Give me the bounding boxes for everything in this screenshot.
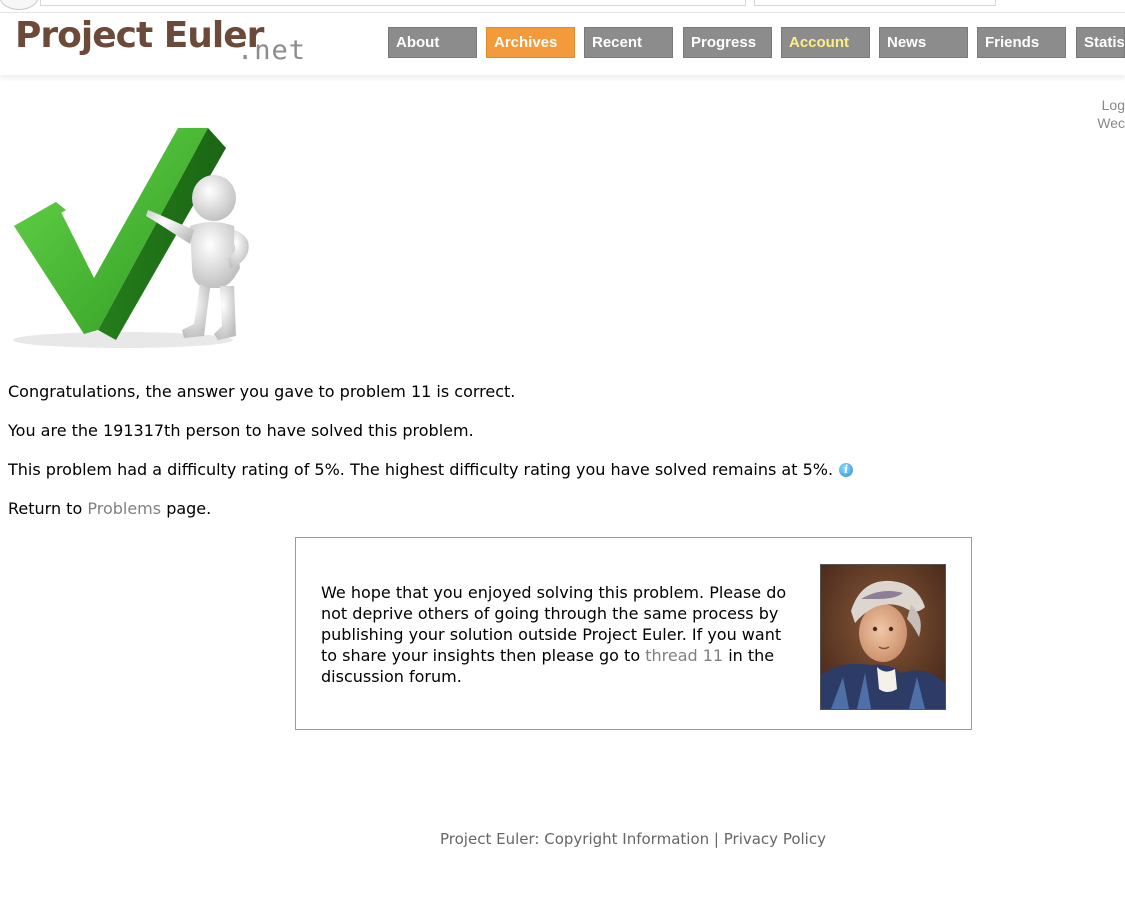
forum-message-box: We hope that you enjoyed solving this pr…: [295, 537, 972, 730]
footer-separator: |: [713, 830, 719, 848]
difficulty-text: This problem had a difficulty rating of …: [8, 460, 834, 479]
result-content: Congratulations, the answer you gave to …: [8, 380, 1108, 536]
return-line: Return to Problems page.: [8, 497, 1108, 536]
euler-portrait: [820, 564, 946, 710]
nav-archives[interactable]: Archives: [486, 27, 575, 58]
info-icon[interactable]: i: [839, 463, 854, 477]
browser-chrome-remnant: [0, 0, 1125, 13]
nav-account[interactable]: Account: [781, 27, 870, 58]
nav-news[interactable]: News: [879, 27, 968, 58]
nav-about[interactable]: About: [388, 27, 477, 58]
problems-link[interactable]: Problems: [87, 499, 161, 518]
browser-address-bar[interactable]: [40, 0, 746, 6]
congrats-text: Congratulations, the answer you gave to …: [8, 382, 516, 401]
checkmark-figure: [8, 118, 258, 350]
site-logo[interactable]: Project Euler .net: [15, 15, 325, 71]
forum-message-text: We hope that you enjoyed solving this pr…: [321, 582, 791, 687]
euler-portrait-icon: [821, 565, 945, 709]
browser-search-bar[interactable]: [754, 0, 996, 6]
copyright-link[interactable]: Copyright Information: [544, 830, 709, 848]
nav-recent[interactable]: Recent: [584, 27, 673, 58]
login-status: Log Wec: [1085, 96, 1125, 132]
checkmark-figure-icon: [13, 128, 249, 348]
login-status-line1[interactable]: Log: [1085, 96, 1125, 114]
difficulty-line: This problem had a difficulty rating of …: [8, 458, 1108, 497]
nav-progress[interactable]: Progress: [683, 27, 772, 58]
site-footer: Project Euler: Copyright Information | P…: [0, 830, 1125, 848]
browser-back-button[interactable]: [0, 0, 38, 10]
return-prefix: Return to: [8, 499, 83, 518]
return-suffix: page.: [166, 499, 212, 518]
thread-link[interactable]: thread 11: [645, 646, 723, 665]
nav-friends[interactable]: Friends: [977, 27, 1066, 58]
site-header: Project Euler .net About Archives Recent…: [0, 13, 1125, 75]
footer-prefix: Project Euler:: [440, 830, 540, 848]
logo-net-text: .net: [237, 35, 307, 66]
logo-main-text: Project Euler: [15, 15, 264, 56]
solver-count-text: You are the 191317th person to have solv…: [8, 421, 474, 440]
login-status-line2: Wec: [1097, 115, 1125, 131]
privacy-link[interactable]: Privacy Policy: [724, 830, 826, 848]
nav-statistics[interactable]: Statist: [1076, 27, 1125, 58]
